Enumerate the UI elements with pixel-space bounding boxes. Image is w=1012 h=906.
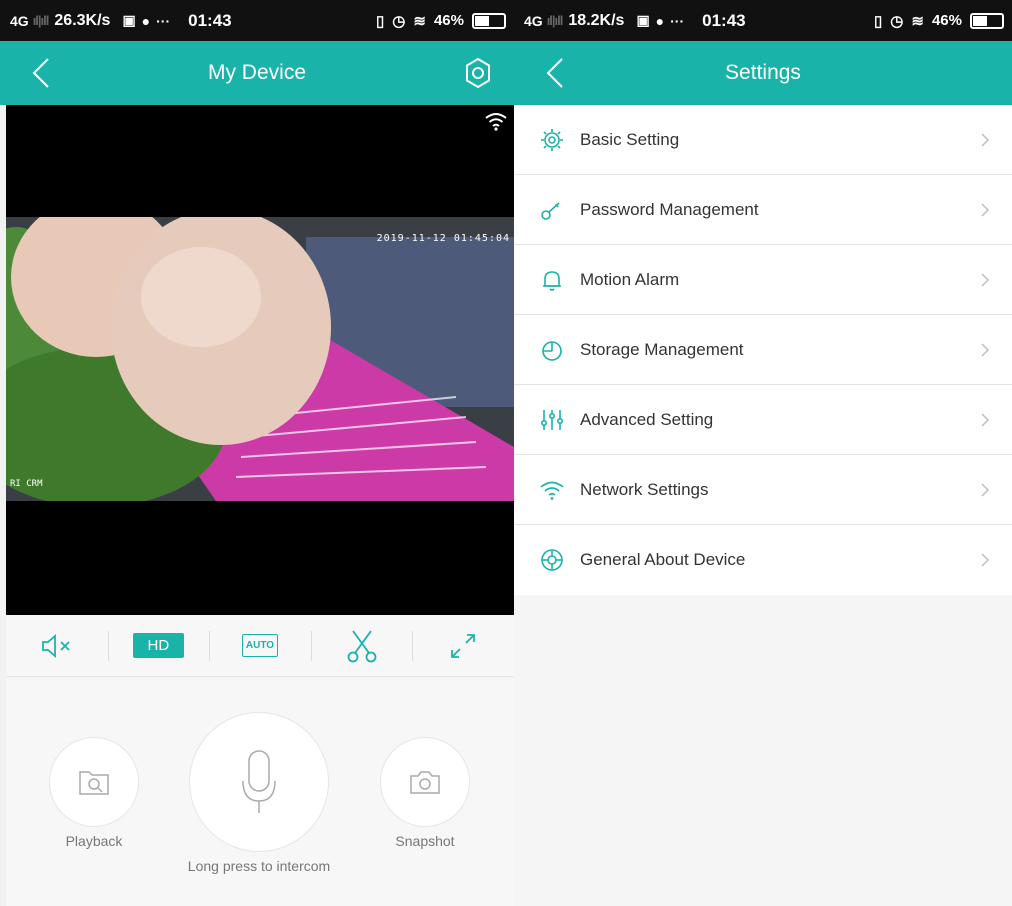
settings-item-label: General About Device bbox=[580, 550, 746, 569]
hd-toggle[interactable]: HD bbox=[107, 615, 210, 677]
back-icon[interactable] bbox=[26, 55, 60, 91]
sim-icon: ▣ bbox=[122, 12, 136, 28]
key-icon bbox=[541, 201, 560, 220]
chat-icon: ● bbox=[141, 12, 151, 29]
playback-folder-icon bbox=[79, 771, 109, 795]
fullscreen-button[interactable] bbox=[412, 615, 514, 677]
settings-item-network-settings[interactable]: Network Settings bbox=[514, 455, 1012, 525]
auto-label: AUTO bbox=[241, 634, 279, 657]
clock: 01:43 bbox=[188, 10, 232, 30]
more-icon: ··· bbox=[670, 12, 685, 29]
network-label: 4G bbox=[10, 12, 29, 29]
page-title: Settings bbox=[725, 61, 801, 84]
camera-image bbox=[6, 217, 514, 501]
scissors-icon bbox=[347, 629, 376, 662]
playback-label: Playback bbox=[65, 833, 123, 849]
settings-item-password-management[interactable]: Password Management bbox=[514, 175, 1012, 245]
hd-label: HD bbox=[132, 633, 185, 658]
mute-button[interactable] bbox=[6, 615, 108, 677]
snapshot-label: Snapshot bbox=[395, 833, 455, 849]
signal-icon: ıl|ıll bbox=[546, 13, 564, 28]
camera-brand-label: RI CRM bbox=[10, 479, 43, 489]
wifi-signal-icon bbox=[485, 113, 507, 131]
back-icon[interactable] bbox=[540, 55, 574, 91]
network-speed: 18.2K/s bbox=[568, 11, 625, 29]
signal-icon: ıl|ıll bbox=[32, 13, 50, 28]
settings-item-label: Network Settings bbox=[580, 479, 709, 499]
settings-item-advanced-setting[interactable]: Advanced Setting bbox=[514, 385, 1012, 455]
clock: 01:43 bbox=[702, 10, 746, 30]
vibrate-icon: ▯ bbox=[376, 12, 385, 30]
network-label: 4G bbox=[524, 12, 543, 29]
settings-list: Basic Setting Password Management Motion… bbox=[514, 105, 1012, 595]
snapshot-button[interactable] bbox=[380, 737, 470, 827]
battery-icon bbox=[472, 12, 506, 29]
video-timestamp: 2019-11-12 01:45:04 bbox=[376, 233, 510, 244]
chevron-right-icon bbox=[981, 203, 989, 217]
chevron-right-icon bbox=[981, 553, 989, 567]
battery-percent: 46% bbox=[931, 12, 962, 29]
settings-item-label: Basic Setting bbox=[580, 129, 680, 149]
vibrate-icon: ▯ bbox=[874, 12, 883, 30]
battery-percent: 46% bbox=[433, 12, 464, 29]
settings-item-label: Password Management bbox=[580, 199, 759, 219]
chevron-right-icon bbox=[981, 343, 989, 357]
camera-frame: 2019-11-12 01:45:04 RI CRM bbox=[6, 217, 514, 501]
playback-button[interactable] bbox=[49, 737, 139, 827]
device-screen: 4G ıl|ıll 26.3K/s ▣ ● ··· 01:43 ▯ ◷ ≋ 46… bbox=[0, 0, 514, 906]
chevron-right-icon bbox=[981, 483, 989, 497]
microphone-icon bbox=[242, 750, 276, 813]
pie-icon bbox=[542, 340, 562, 361]
settings-item-storage-management[interactable]: Storage Management bbox=[514, 315, 1012, 385]
action-panel: Playback Long press to intercom Snapshot bbox=[6, 678, 514, 906]
video-control-bar: HD AUTO bbox=[6, 615, 514, 677]
chat-icon: ● bbox=[655, 12, 665, 29]
wifi-status-icon: ≋ bbox=[911, 12, 924, 30]
sliders-icon bbox=[540, 409, 563, 430]
bell-icon bbox=[543, 270, 561, 291]
settings-item-label: Advanced Setting bbox=[580, 409, 714, 429]
battery-icon bbox=[970, 12, 1004, 29]
network-speed: 26.3K/s bbox=[54, 11, 111, 29]
settings-item-motion-alarm[interactable]: Motion Alarm bbox=[514, 245, 1012, 315]
live-video-view[interactable]: 2019-11-12 01:45:04 RI CRM bbox=[6, 105, 514, 615]
speaker-muted-icon bbox=[41, 633, 70, 658]
status-bar: 4G ıl|ıll 18.2K/s ▣ ● ··· 01:43 ▯ ◷ ≋ 46… bbox=[514, 0, 1012, 41]
alarm-icon: ◷ bbox=[890, 12, 904, 30]
settings-gear-icon[interactable] bbox=[462, 57, 494, 89]
status-bar: 4G ıl|ıll 26.3K/s ▣ ● ··· 01:43 ▯ ◷ ≋ 46… bbox=[0, 0, 514, 41]
expand-icon bbox=[451, 633, 476, 658]
page-title: My Device bbox=[207, 61, 307, 84]
alarm-icon: ◷ bbox=[392, 12, 406, 30]
top-bar: My Device bbox=[0, 41, 514, 105]
settings-item-general-about-device[interactable]: General About Device bbox=[514, 525, 1012, 595]
chevron-right-icon bbox=[981, 133, 989, 147]
gear-icon bbox=[541, 128, 563, 151]
auto-toggle[interactable]: AUTO bbox=[209, 615, 311, 677]
chevron-right-icon bbox=[981, 413, 989, 427]
intercom-label: Long press to intercom bbox=[187, 858, 331, 874]
camera-icon bbox=[410, 771, 440, 794]
settings-item-label: Storage Management bbox=[580, 339, 744, 359]
settings-screen: 4G ıl|ıll 18.2K/s ▣ ● ··· 01:43 ▯ ◷ ≋ 46… bbox=[514, 0, 1012, 906]
wifi-status-icon: ≋ bbox=[413, 12, 426, 30]
wifi-icon bbox=[540, 481, 564, 500]
chevron-right-icon bbox=[981, 273, 989, 287]
record-clip-button[interactable] bbox=[310, 615, 413, 677]
settings-item-basic-setting[interactable]: Basic Setting bbox=[514, 105, 1012, 175]
intercom-button[interactable] bbox=[189, 712, 329, 852]
lifebuoy-icon bbox=[541, 549, 563, 571]
top-bar: Settings bbox=[514, 41, 1012, 105]
sim-icon: ▣ bbox=[636, 12, 650, 28]
more-icon: ··· bbox=[156, 12, 171, 29]
settings-item-label: Motion Alarm bbox=[580, 269, 680, 289]
